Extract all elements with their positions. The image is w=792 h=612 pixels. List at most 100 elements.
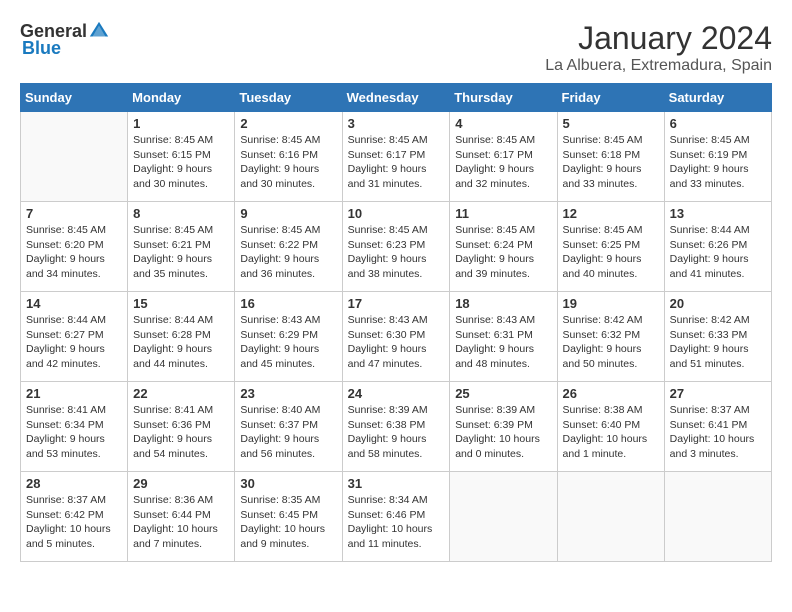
calendar-cell: 22Sunrise: 8:41 AMSunset: 6:36 PMDayligh… bbox=[128, 382, 235, 472]
weekday-header-sunday: Sunday bbox=[21, 84, 128, 112]
calendar-table: SundayMondayTuesdayWednesdayThursdayFrid… bbox=[20, 83, 772, 562]
day-info: Sunrise: 8:39 AMSunset: 6:38 PMDaylight:… bbox=[348, 403, 445, 462]
day-number: 10 bbox=[348, 206, 445, 221]
day-number: 17 bbox=[348, 296, 445, 311]
calendar-cell: 27Sunrise: 8:37 AMSunset: 6:41 PMDayligh… bbox=[664, 382, 771, 472]
day-info: Sunrise: 8:44 AMSunset: 6:28 PMDaylight:… bbox=[133, 313, 229, 372]
day-info: Sunrise: 8:42 AMSunset: 6:33 PMDaylight:… bbox=[670, 313, 766, 372]
calendar-cell: 9 Sunrise: 8:45 AMSunset: 6:22 PMDaylight… bbox=[235, 202, 342, 292]
day-number: 19 bbox=[563, 296, 659, 311]
calendar-cell: 25Sunrise: 8:39 AMSunset: 6:39 PMDayligh… bbox=[450, 382, 557, 472]
logo: General Blue bbox=[20, 20, 111, 59]
day-number: 24 bbox=[348, 386, 445, 401]
calendar-cell: 24 Sunrise: 8:39 AMSunset: 6:38 PMDayligh… bbox=[342, 382, 450, 472]
day-number: 3 bbox=[348, 116, 445, 131]
day-info: Sunrise: 8:42 AMSunset: 6:32 PMDaylight:… bbox=[563, 313, 659, 372]
day-number: 8 bbox=[133, 206, 229, 221]
day-info: Sunrise: 8:45 AMSunset: 6:15 PMDaylight:… bbox=[133, 133, 229, 192]
calendar-cell: 6Sunrise: 8:45 AMSunset: 6:19 PMDaylight… bbox=[664, 112, 771, 202]
day-number: 26 bbox=[563, 386, 659, 401]
weekday-header-thursday: Thursday bbox=[450, 84, 557, 112]
title-block: January 2024 La Albuera, Extremadura, Sp… bbox=[545, 20, 772, 75]
weekday-header-tuesday: Tuesday bbox=[235, 84, 342, 112]
day-number: 22 bbox=[133, 386, 229, 401]
calendar-cell bbox=[557, 472, 664, 562]
day-info: Sunrise: 8:45 AMSunset: 6:24 PMDaylight:… bbox=[455, 223, 551, 282]
day-info: Sunrise: 8:44 AMSunset: 6:27 PMDaylight:… bbox=[26, 313, 122, 372]
day-info: Sunrise: 8:35 AMSunset: 6:45 PMDaylight:… bbox=[240, 493, 336, 552]
day-number: 9 bbox=[240, 206, 336, 221]
calendar-cell: 19 Sunrise: 8:42 AMSunset: 6:32 PMDayligh… bbox=[557, 292, 664, 382]
weekday-header-saturday: Saturday bbox=[664, 84, 771, 112]
day-info: Sunrise: 8:40 AMSunset: 6:37 PMDaylight:… bbox=[240, 403, 336, 462]
day-number: 21 bbox=[26, 386, 122, 401]
day-number: 7 bbox=[26, 206, 122, 221]
calendar-cell: 13Sunrise: 8:44 AMSunset: 6:26 PMDayligh… bbox=[664, 202, 771, 292]
week-row-2: 7 Sunrise: 8:45 AMSunset: 6:20 PMDaylight… bbox=[21, 202, 772, 292]
day-number: 18 bbox=[455, 296, 551, 311]
calendar-cell: 12 Sunrise: 8:45 AMSunset: 6:25 PMDayligh… bbox=[557, 202, 664, 292]
calendar-cell: 17 Sunrise: 8:43 AMSunset: 6:30 PMDayligh… bbox=[342, 292, 450, 382]
calendar-cell: 11 Sunrise: 8:45 AMSunset: 6:24 PMDayligh… bbox=[450, 202, 557, 292]
day-info: Sunrise: 8:44 AMSunset: 6:26 PMDaylight:… bbox=[670, 223, 766, 282]
day-info: Sunrise: 8:45 AMSunset: 6:23 PMDaylight:… bbox=[348, 223, 445, 282]
day-info: Sunrise: 8:45 AMSunset: 6:19 PMDaylight:… bbox=[670, 133, 766, 192]
calendar-body: 1Sunrise: 8:45 AMSunset: 6:15 PMDaylight… bbox=[21, 112, 772, 562]
calendar-cell: 21 Sunrise: 8:41 AMSunset: 6:34 PMDayligh… bbox=[21, 382, 128, 472]
calendar-cell: 4 Sunrise: 8:45 AMSunset: 6:17 PMDaylight… bbox=[450, 112, 557, 202]
day-info: Sunrise: 8:43 AMSunset: 6:30 PMDaylight:… bbox=[348, 313, 445, 372]
day-number: 4 bbox=[455, 116, 551, 131]
day-info: Sunrise: 8:45 AMSunset: 6:16 PMDaylight:… bbox=[240, 133, 336, 192]
day-number: 25 bbox=[455, 386, 551, 401]
calendar-header: SundayMondayTuesdayWednesdayThursdayFrid… bbox=[21, 84, 772, 112]
weekday-header-row: SundayMondayTuesdayWednesdayThursdayFrid… bbox=[21, 84, 772, 112]
calendar-cell: 5Sunrise: 8:45 AMSunset: 6:18 PMDaylight… bbox=[557, 112, 664, 202]
calendar-cell bbox=[21, 112, 128, 202]
calendar-cell: 15 Sunrise: 8:44 AMSunset: 6:28 PMDayligh… bbox=[128, 292, 235, 382]
page-header: General Blue January 2024 La Albuera, Ex… bbox=[20, 20, 772, 75]
week-row-5: 28 Sunrise: 8:37 AMSunset: 6:42 PMDayligh… bbox=[21, 472, 772, 562]
day-info: Sunrise: 8:45 AMSunset: 6:25 PMDaylight:… bbox=[563, 223, 659, 282]
calendar-cell: 26 Sunrise: 8:38 AMSunset: 6:40 PMDayligh… bbox=[557, 382, 664, 472]
calendar-cell bbox=[664, 472, 771, 562]
month-title: January 2024 bbox=[545, 20, 772, 57]
day-number: 15 bbox=[133, 296, 229, 311]
week-row-1: 1Sunrise: 8:45 AMSunset: 6:15 PMDaylight… bbox=[21, 112, 772, 202]
logo-blue: Blue bbox=[22, 38, 61, 59]
calendar-cell: 2 Sunrise: 8:45 AMSunset: 6:16 PMDaylight… bbox=[235, 112, 342, 202]
calendar-cell: 30 Sunrise: 8:35 AMSunset: 6:45 PMDayligh… bbox=[235, 472, 342, 562]
day-info: Sunrise: 8:41 AMSunset: 6:34 PMDaylight:… bbox=[26, 403, 122, 462]
day-info: Sunrise: 8:45 AMSunset: 6:17 PMDaylight:… bbox=[455, 133, 551, 192]
location-title: La Albuera, Extremadura, Spain bbox=[545, 57, 772, 75]
calendar-cell bbox=[450, 472, 557, 562]
day-number: 23 bbox=[240, 386, 336, 401]
calendar-cell: 14 Sunrise: 8:44 AMSunset: 6:27 PMDayligh… bbox=[21, 292, 128, 382]
day-number: 14 bbox=[26, 296, 122, 311]
day-number: 20 bbox=[670, 296, 766, 311]
calendar-cell: 16Sunrise: 8:43 AMSunset: 6:29 PMDayligh… bbox=[235, 292, 342, 382]
day-info: Sunrise: 8:37 AMSunset: 6:41 PMDaylight:… bbox=[670, 403, 766, 462]
day-number: 30 bbox=[240, 476, 336, 491]
day-info: Sunrise: 8:45 AMSunset: 6:20 PMDaylight:… bbox=[26, 223, 122, 282]
calendar-cell: 29Sunrise: 8:36 AMSunset: 6:44 PMDayligh… bbox=[128, 472, 235, 562]
day-info: Sunrise: 8:43 AMSunset: 6:31 PMDaylight:… bbox=[455, 313, 551, 372]
weekday-header-friday: Friday bbox=[557, 84, 664, 112]
day-info: Sunrise: 8:38 AMSunset: 6:40 PMDaylight:… bbox=[563, 403, 659, 462]
day-info: Sunrise: 8:45 AMSunset: 6:17 PMDaylight:… bbox=[348, 133, 445, 192]
day-info: Sunrise: 8:45 AMSunset: 6:22 PMDaylight:… bbox=[240, 223, 336, 282]
calendar-cell: 3 Sunrise: 8:45 AMSunset: 6:17 PMDaylight… bbox=[342, 112, 450, 202]
day-info: Sunrise: 8:45 AMSunset: 6:21 PMDaylight:… bbox=[133, 223, 229, 282]
day-number: 11 bbox=[455, 206, 551, 221]
calendar-cell: 31Sunrise: 8:34 AMSunset: 6:46 PMDayligh… bbox=[342, 472, 450, 562]
day-info: Sunrise: 8:37 AMSunset: 6:42 PMDaylight:… bbox=[26, 493, 122, 552]
day-number: 28 bbox=[26, 476, 122, 491]
weekday-header-monday: Monday bbox=[128, 84, 235, 112]
day-number: 12 bbox=[563, 206, 659, 221]
day-number: 2 bbox=[240, 116, 336, 131]
day-info: Sunrise: 8:43 AMSunset: 6:29 PMDaylight:… bbox=[240, 313, 336, 372]
week-row-4: 21 Sunrise: 8:41 AMSunset: 6:34 PMDayligh… bbox=[21, 382, 772, 472]
weekday-header-wednesday: Wednesday bbox=[342, 84, 450, 112]
day-info: Sunrise: 8:34 AMSunset: 6:46 PMDaylight:… bbox=[348, 493, 445, 552]
calendar-cell: 8 Sunrise: 8:45 AMSunset: 6:21 PMDaylight… bbox=[128, 202, 235, 292]
day-number: 5 bbox=[563, 116, 659, 131]
